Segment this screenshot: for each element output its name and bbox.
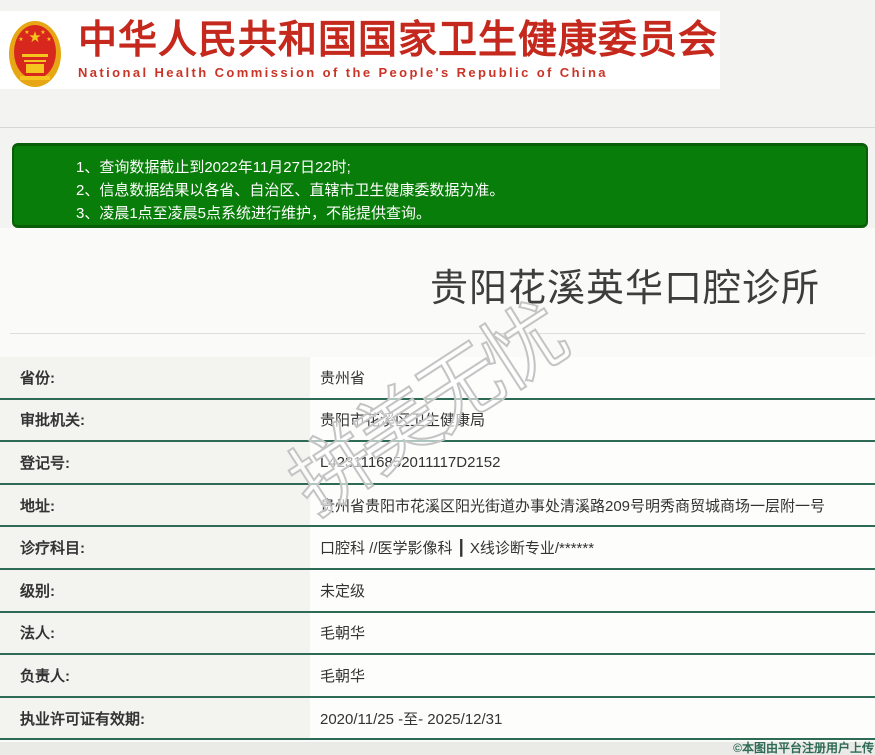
site-header: ★ ★ ★ ★ ★ 中华人民共和国国家卫生健康委员会 National Heal… <box>0 11 720 89</box>
notice-line: 3、凌晨1点至凌晨5点系统进行维护，不能提供查询。 <box>76 205 432 222</box>
field-value: 未定级 <box>310 569 875 611</box>
title-divider <box>10 333 865 334</box>
upload-copyright-note: ©本图由平台注册用户上传 <box>733 741 874 755</box>
field-label: 执业许可证有效期: <box>0 697 310 739</box>
footer-strip: ©本图由平台注册用户上传 <box>0 742 875 755</box>
field-value: 口腔科 //医学影像科 ┃ X线诊断专业/****** <box>310 527 875 568</box>
field-label: 登记号: <box>0 442 310 483</box>
table-row: 诊疗科目: 口腔科 //医学影像科 ┃ X线诊断专业/****** <box>0 527 875 570</box>
field-value: 贵阳市花溪区卫生健康局 <box>310 399 875 441</box>
table-row: 审批机关: 贵阳市花溪区卫生健康局 <box>0 399 875 443</box>
table-row: 级别: 未定级 <box>0 569 875 613</box>
field-value: 贵州省贵阳市花溪区阳光街道办事处清溪路209号明秀商贸城商场一层附一号 <box>310 484 875 526</box>
field-value: 毛朝华 <box>310 612 875 654</box>
header-titles: 中华人民共和国国家卫生健康委员会 National Health Commiss… <box>78 18 719 80</box>
national-emblem-icon: ★ ★ ★ ★ ★ <box>9 21 61 87</box>
field-value: L4231116852011117D2152 <box>310 442 875 483</box>
table-row: 省份: 贵州省 <box>0 357 875 400</box>
svg-text:★: ★ <box>46 36 51 43</box>
svg-text:★: ★ <box>40 29 45 36</box>
field-label: 诊疗科目: <box>0 527 310 568</box>
field-label: 法人: <box>0 612 310 654</box>
header-divider <box>0 127 875 128</box>
field-label: 级别: <box>0 569 310 611</box>
notice-line: 2、信息数据结果以各省、自治区、直辖市卫生健康委数据为准。 <box>76 182 505 199</box>
notice-box: 1、查询数据截止到2022年11月27日22时; 2、信息数据结果以各省、自治区… <box>12 143 868 228</box>
query-result-panel: 贵阳花溪英华口腔诊所 省份: 贵州省 审批机关: 贵阳市花溪区卫生健康局 登记号… <box>0 228 875 755</box>
clinic-name-title: 贵阳花溪英华口腔诊所 <box>430 268 821 310</box>
field-label: 省份: <box>0 357 310 398</box>
table-row: 执业许可证有效期: 2020/11/25 -至- 2025/12/31 <box>0 697 875 741</box>
table-row: 登记号: L4231116852011117D2152 <box>0 442 875 485</box>
field-label: 地址: <box>0 484 310 526</box>
notice-line: 1、查询数据截止到2022年11月27日22时; <box>76 159 351 176</box>
field-label: 审批机关: <box>0 399 310 441</box>
site-title-english: National Health Commission of the People… <box>78 64 608 80</box>
svg-text:★: ★ <box>18 36 23 43</box>
field-value: 2020/11/25 -至- 2025/12/31 <box>310 697 875 739</box>
field-label: 负责人: <box>0 655 310 696</box>
record-table: 省份: 贵州省 审批机关: 贵阳市花溪区卫生健康局 登记号: L42311168… <box>0 357 875 741</box>
field-value: 毛朝华 <box>310 655 875 696</box>
table-row: 负责人: 毛朝华 <box>0 655 875 698</box>
svg-text:★: ★ <box>24 29 29 36</box>
table-row: 法人: 毛朝华 <box>0 612 875 656</box>
field-value: 贵州省 <box>310 357 875 398</box>
table-row: 地址: 贵州省贵阳市花溪区阳光街道办事处清溪路209号明秀商贸城商场一层附一号 <box>0 484 875 528</box>
site-title-chinese: 中华人民共和国国家卫生健康委员会 <box>78 18 719 62</box>
